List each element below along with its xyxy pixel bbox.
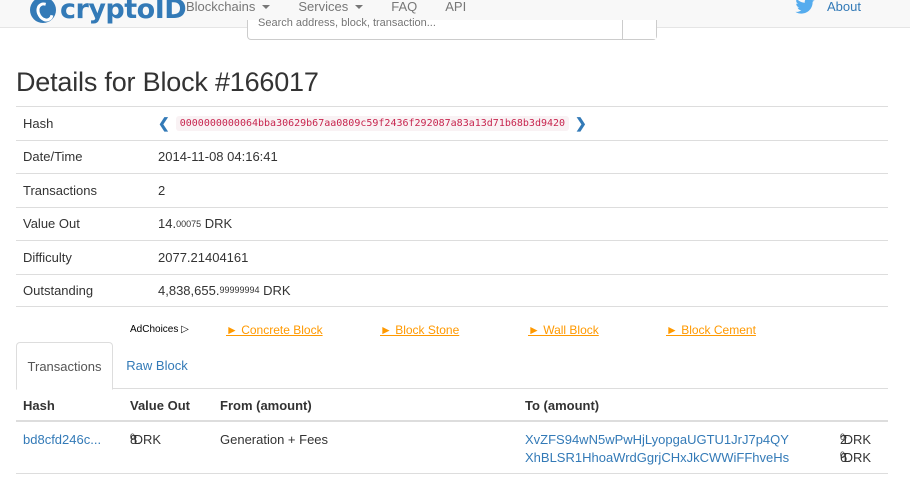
adchoices-text: AdChoices bbox=[130, 324, 179, 335]
nav-about[interactable]: About bbox=[827, 0, 861, 14]
value-out-unit: DRK bbox=[201, 216, 233, 232]
outstanding-main: 4,838,655. bbox=[158, 282, 220, 298]
difficulty-value: 2077.21404161 bbox=[158, 249, 249, 265]
nav-services-label: Services bbox=[298, 0, 349, 14]
tx-hash-link[interactable]: bd8cfd246c... bbox=[23, 432, 101, 447]
detail-row-difficulty: Difficulty 2077.21404161 bbox=[16, 240, 888, 274]
detail-row-value-out: Value Out 14. 00075 DRK bbox=[16, 206, 888, 241]
nav-blockchains-label: Blockchains bbox=[186, 0, 256, 14]
column-header-value-out: Value Out bbox=[130, 398, 190, 413]
column-header-to: To (amount) bbox=[525, 398, 600, 413]
nav-faq[interactable]: FAQ bbox=[391, 0, 417, 14]
cryptoid-logo-icon bbox=[30, 0, 56, 23]
outstanding-unit: DRK bbox=[259, 282, 291, 298]
block-hash: 0000000000064bba30629b67aa0809c59f2436f2… bbox=[175, 115, 570, 131]
block-details-table: Hash ❮ 0000000000064bba30629b67aa0809c59… bbox=[16, 106, 888, 307]
tab-raw-block[interactable]: Raw Block bbox=[113, 342, 201, 389]
transactions-label: Transactions bbox=[23, 182, 97, 198]
search-bar bbox=[247, 14, 657, 40]
tx-from: Generation + Fees bbox=[220, 432, 329, 447]
outstanding-value: 4,838,655. 99999994 DRK bbox=[158, 283, 291, 298]
twitter-icon[interactable] bbox=[795, 0, 815, 14]
column-header-from: From (amount) bbox=[220, 398, 312, 413]
page-title: Details for Block #166017 bbox=[16, 67, 319, 97]
difficulty-label: Difficulty bbox=[23, 249, 72, 265]
nav-blockchains[interactable]: Blockchains bbox=[186, 0, 271, 14]
column-header-hash: Hash bbox=[23, 398, 55, 413]
brand-logo[interactable]: cryptoID bbox=[30, 0, 187, 26]
detail-row-outstanding: Outstanding 4,838,655. 99999994 DRK bbox=[16, 273, 888, 307]
tx-to-address[interactable]: XhBLSR1HhoaWrdGgrjCHxJkCWWiFFhveHs bbox=[525, 450, 789, 465]
value-out-main: 14. bbox=[158, 216, 177, 232]
tab-transactions[interactable]: Transactions bbox=[16, 342, 113, 390]
tab-bar: Transactions Raw Block bbox=[16, 342, 888, 390]
adchoices-icon: ▷ bbox=[181, 324, 189, 335]
search-input[interactable] bbox=[248, 14, 622, 32]
value-out-label: Value Out bbox=[23, 216, 80, 232]
detail-row-datetime: Date/Time 2014-11-08 04:16:41 bbox=[16, 139, 888, 174]
nav-services[interactable]: Services bbox=[298, 0, 364, 14]
transactions-value: 2 bbox=[158, 182, 166, 198]
hash-value: ❮ 0000000000064bba30629b67aa0809c59f2436… bbox=[158, 115, 587, 132]
hash-label: Hash bbox=[23, 115, 54, 131]
datetime-label: Date/Time bbox=[23, 149, 83, 165]
tx-to-amount-unit: DRK bbox=[840, 432, 872, 447]
transactions-table: Hash Value Out From (amount) To (amount)… bbox=[16, 389, 888, 474]
adchoices-label[interactable]: AdChoices ▷ bbox=[130, 324, 189, 335]
value-out-decimals: 00075 bbox=[176, 218, 202, 229]
datetime-value: 2014-11-08 04:16:41 bbox=[158, 149, 278, 165]
outstanding-decimals: 99999994 bbox=[219, 285, 260, 296]
detail-row-transactions: Transactions 2 bbox=[16, 173, 888, 207]
nav-right: About bbox=[795, 0, 861, 14]
tx-to-address[interactable]: XvZFS94wN5wPwHjLyopgaUGTU1JrJ7p4QY bbox=[525, 432, 789, 447]
previous-block-icon[interactable]: ❮ bbox=[158, 115, 170, 132]
ad-link-concrete-block[interactable]: ► Concrete Block bbox=[226, 323, 323, 337]
brand-name: cryptoID bbox=[60, 0, 187, 25]
search-button[interactable] bbox=[622, 20, 656, 39]
chevron-down-icon bbox=[355, 5, 364, 9]
chevron-down-icon bbox=[262, 5, 271, 9]
ad-links-bar: AdChoices ▷ ► Concrete Block ► Block Sto… bbox=[130, 323, 830, 339]
ad-link-wall-block[interactable]: ► Wall Block bbox=[528, 323, 599, 337]
next-block-icon[interactable]: ❯ bbox=[575, 115, 587, 132]
ad-link-block-stone[interactable]: ► Block Stone bbox=[380, 323, 459, 337]
ad-link-block-cement[interactable]: ► Block Cement bbox=[666, 323, 756, 337]
nav-api[interactable]: API bbox=[445, 0, 466, 14]
outstanding-label: Outstanding bbox=[23, 282, 94, 298]
main-nav: Blockchains Services FAQ API bbox=[186, 0, 494, 14]
table-row: bd8cfd246c... 8. 0 DRK Generation + Fees … bbox=[16, 422, 888, 474]
value-out-value: 14. 00075 DRK bbox=[158, 216, 232, 231]
tx-value-unit: DRK bbox=[130, 432, 162, 447]
table-header: Hash Value Out From (amount) To (amount) bbox=[16, 389, 888, 422]
detail-row-hash: Hash ❮ 0000000000064bba30629b67aa0809c59… bbox=[16, 106, 888, 140]
tx-to-amount-unit: DRK bbox=[840, 450, 872, 465]
